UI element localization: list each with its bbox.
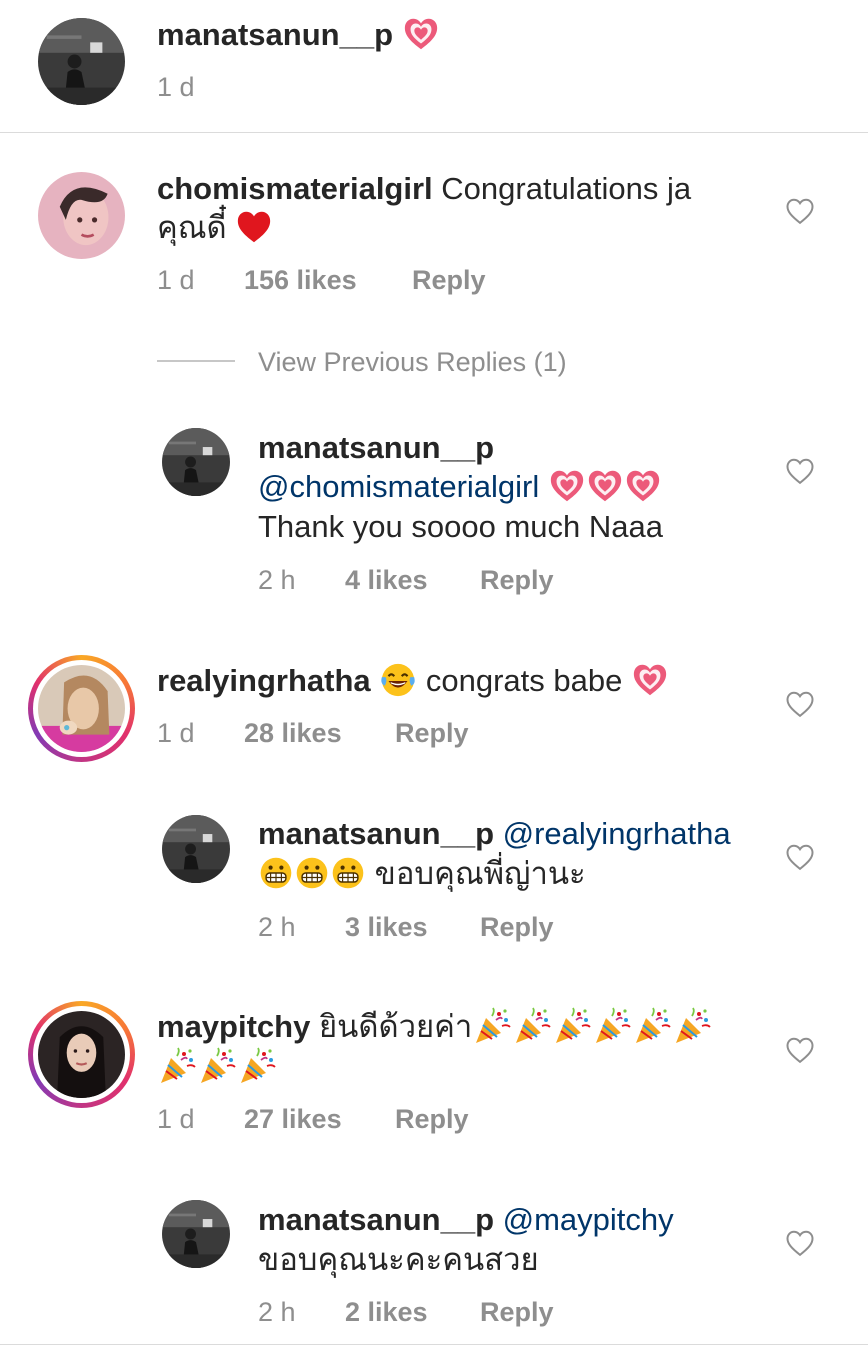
avatar[interactable] — [38, 665, 125, 752]
comment-body: Congratulations ja — [441, 171, 692, 206]
avatar[interactable] — [38, 1011, 125, 1098]
party-popper-icon — [237, 1046, 277, 1086]
avatar[interactable] — [162, 428, 230, 496]
comment-body: ยินดีด้วยค่า — [318, 1009, 473, 1044]
timestamp: 1 d — [157, 718, 195, 748]
reply-button[interactable]: Reply — [480, 910, 554, 944]
comment-body: คุณดี๋ — [157, 210, 227, 245]
red-heart-icon — [235, 208, 273, 246]
comment-body: ขอบคุณพี่ญ่านะ — [374, 856, 586, 891]
grimacing-face-icon — [294, 855, 330, 891]
comment-text-line2: @chomismaterialgirl — [258, 467, 662, 508]
grimacing-face-icon — [330, 855, 366, 891]
avatar[interactable] — [38, 18, 125, 105]
avatar[interactable] — [162, 815, 230, 883]
comment-text: chomismaterialgirl Congratulations ja — [157, 169, 691, 209]
likes-count[interactable]: 4 likes — [345, 563, 428, 597]
comment-text: maypitchy ยินดีด้วยค่า — [157, 1007, 712, 1049]
comment-text: manatsanun__p @realyingrhatha — [258, 814, 731, 854]
like-heart-icon[interactable] — [785, 843, 815, 871]
comment-body: ขอบคุณนะคะคนสวย — [258, 1242, 539, 1277]
reply-button[interactable]: Reply — [395, 1102, 469, 1136]
likes-count[interactable]: 156 likes — [244, 263, 357, 297]
mention-link[interactable]: @chomismaterialgirl — [258, 469, 539, 504]
sparkling-heart-icon — [402, 15, 440, 53]
sparkling-heart-icon — [624, 467, 662, 505]
avatar[interactable] — [38, 172, 125, 259]
comment-item: manatsanun__p 1 d — [0, 0, 868, 133]
reply-button[interactable]: Reply — [412, 263, 486, 297]
party-popper-icon — [197, 1046, 237, 1086]
like-heart-icon[interactable] — [785, 197, 815, 225]
mention-link[interactable]: @realyingrhatha — [503, 816, 731, 851]
reply-button[interactable]: Reply — [395, 716, 469, 750]
comment-text-line2: คุณดี๋ — [157, 208, 273, 249]
like-heart-icon[interactable] — [785, 690, 815, 718]
username[interactable]: manatsanun__p — [258, 430, 494, 465]
mention-link[interactable]: @maypitchy — [503, 1202, 674, 1237]
story-ring[interactable] — [28, 1001, 135, 1108]
comment-body: congrats babe — [425, 663, 623, 698]
divider — [0, 132, 868, 133]
like-heart-icon[interactable] — [785, 457, 815, 485]
comment-text: manatsanun__p — [157, 15, 440, 56]
comment-text-line2 — [157, 1047, 277, 1089]
story-ring[interactable] — [28, 655, 135, 762]
divider — [0, 1344, 868, 1345]
comment-text: manatsanun__p — [258, 428, 494, 468]
comment-text: manatsanun__p @maypitchy — [258, 1200, 674, 1240]
timestamp: 2 h — [258, 1297, 296, 1327]
party-popper-icon — [592, 1006, 632, 1046]
comment-text-line2: ขอบคุณนะคะคนสวย — [258, 1240, 539, 1280]
timestamp: 2 h — [258, 912, 296, 942]
grimacing-face-icon — [258, 855, 294, 891]
party-popper-icon — [472, 1006, 512, 1046]
likes-count[interactable]: 27 likes — [244, 1102, 342, 1136]
tears-of-joy-icon — [379, 661, 417, 699]
username[interactable]: chomismaterialgirl — [157, 171, 433, 206]
reply-thread-line — [157, 360, 235, 362]
likes-count[interactable]: 3 likes — [345, 910, 428, 944]
party-popper-icon — [512, 1006, 552, 1046]
timestamp: 2 h — [258, 565, 296, 595]
party-popper-icon — [157, 1046, 197, 1086]
likes-count[interactable]: 2 likes — [345, 1295, 428, 1329]
username[interactable]: manatsanun__p — [258, 816, 494, 851]
comment-text-line3: Thank you soooo much Naaa — [258, 507, 663, 547]
sparkling-heart-icon — [631, 661, 669, 699]
comment-text-line2: ขอบคุณพี่ญ่านะ — [258, 854, 586, 894]
username[interactable]: maypitchy — [157, 1009, 310, 1044]
likes-count[interactable]: 28 likes — [244, 716, 342, 750]
view-previous-replies[interactable]: View Previous Replies (1) — [258, 345, 567, 379]
timestamp: 1 d — [157, 72, 195, 102]
sparkling-heart-icon — [548, 467, 586, 505]
timestamp: 1 d — [157, 1104, 195, 1134]
username[interactable]: realyingrhatha — [157, 663, 371, 698]
username[interactable]: manatsanun__p — [258, 1202, 494, 1237]
timestamp: 1 d — [157, 265, 195, 295]
comment-text: realyingrhatha congrats babe — [157, 661, 669, 702]
username[interactable]: manatsanun__p — [157, 17, 393, 52]
party-popper-icon — [672, 1006, 712, 1046]
reply-button[interactable]: Reply — [480, 1295, 554, 1329]
party-popper-icon — [552, 1006, 592, 1046]
reply-button[interactable]: Reply — [480, 563, 554, 597]
like-heart-icon[interactable] — [785, 1036, 815, 1064]
party-popper-icon — [632, 1006, 672, 1046]
avatar[interactable] — [162, 1200, 230, 1268]
comment-body: Thank you soooo much Naaa — [258, 509, 663, 544]
sparkling-heart-icon — [586, 467, 624, 505]
like-heart-icon[interactable] — [785, 1229, 815, 1257]
